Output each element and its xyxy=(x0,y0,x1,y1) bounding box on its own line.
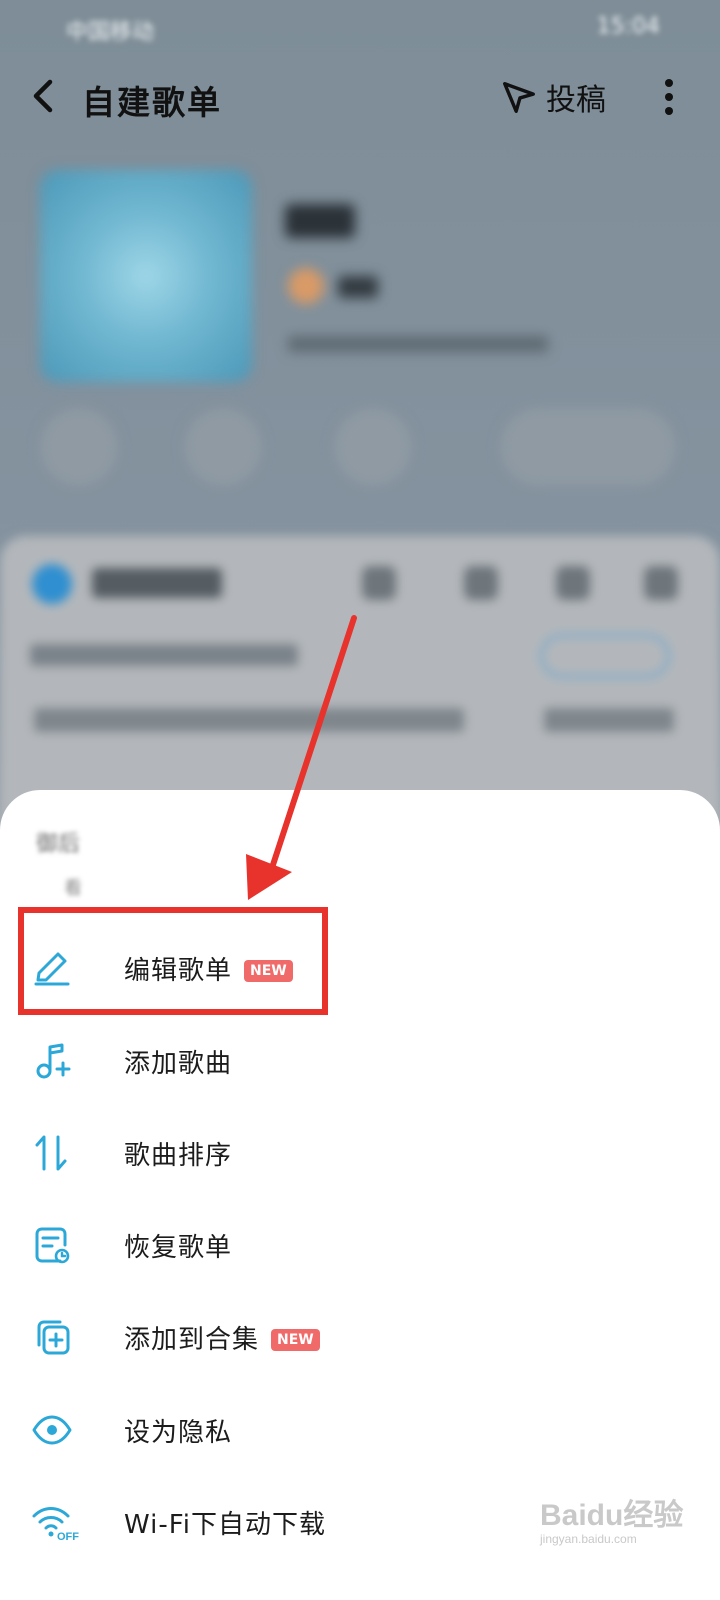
submit-label: 投稿 xyxy=(546,83,606,118)
menu-label: 添加到合集 NEW xyxy=(124,1319,320,1356)
menu-item-add-to-collection[interactable]: 添加到合集 NEW xyxy=(0,1292,720,1384)
add-to-collection-icon xyxy=(37,1320,70,1355)
menu-item-add-songs[interactable]: 添加歌曲 xyxy=(0,1016,720,1108)
carrier-text: 中国移动 xyxy=(66,20,155,45)
highlight-box xyxy=(18,907,328,1015)
back-arrow-icon[interactable] xyxy=(26,76,66,116)
search-icon xyxy=(362,566,396,600)
menu-label: 添加歌曲 xyxy=(124,1049,233,1079)
new-badge: NEW xyxy=(271,1329,320,1351)
play-all-label-blurred xyxy=(92,568,222,598)
playlist-cover xyxy=(40,170,252,382)
share-icon xyxy=(556,566,590,600)
nav-bar: 自建歌单 投稿 xyxy=(0,62,720,132)
collect-button xyxy=(500,408,676,486)
notice-action-blurred xyxy=(544,708,674,732)
menu-item-set-private[interactable]: 设为隐私 xyxy=(0,1385,720,1477)
menu-label: Wi-Fi下自动下载 xyxy=(124,1510,327,1540)
music-note-add-icon xyxy=(36,1043,71,1079)
playlist-name-blurred xyxy=(285,204,355,238)
list-hint-blurred xyxy=(30,644,298,666)
submit-button[interactable]: 投稿 xyxy=(500,74,606,120)
action-button-3 xyxy=(334,408,412,486)
playlist-header xyxy=(0,140,720,520)
watermark-logo: Baidu经验 xyxy=(540,1499,684,1532)
list-chip xyxy=(540,634,670,678)
user-name-blurred xyxy=(338,276,378,298)
music-icon xyxy=(464,566,498,600)
watermark-url: jingyan.baidu.com xyxy=(540,1532,637,1546)
notice-row-blurred xyxy=(34,708,464,732)
clock-text: 15:04 xyxy=(596,14,660,39)
send-icon xyxy=(503,81,535,113)
menu-label: 设为隐私 xyxy=(124,1418,233,1448)
status-bar: 中国移动 15:04 xyxy=(0,0,720,56)
watermark: Baidu经验 jingyan.baidu.com xyxy=(540,1490,710,1556)
restore-list-icon xyxy=(35,1227,70,1264)
wifi-off-icon: OFF xyxy=(32,1507,79,1543)
sort-arrows-icon xyxy=(35,1135,67,1171)
user-avatar xyxy=(288,268,324,304)
svg-text:OFF: OFF xyxy=(57,1531,79,1543)
menu-label: 恢复歌单 xyxy=(124,1233,233,1263)
page-title: 自建歌单 xyxy=(82,83,222,122)
menu-label: 歌曲排序 xyxy=(124,1141,233,1171)
action-button-1 xyxy=(40,408,118,486)
eye-icon xyxy=(32,1415,72,1445)
menu-item-restore-playlist[interactable]: 恢复歌单 xyxy=(0,1200,720,1292)
play-all-icon xyxy=(32,564,72,604)
action-button-2 xyxy=(184,408,262,486)
sheet-subtitle: 看 xyxy=(64,878,82,899)
playlist-description-blurred xyxy=(288,336,548,352)
more-options-icon[interactable] xyxy=(660,74,678,120)
menu-item-sort-songs[interactable]: 歌曲排序 xyxy=(0,1108,720,1200)
sheet-title: 御后 xyxy=(36,832,81,857)
manage-icon xyxy=(644,566,678,600)
